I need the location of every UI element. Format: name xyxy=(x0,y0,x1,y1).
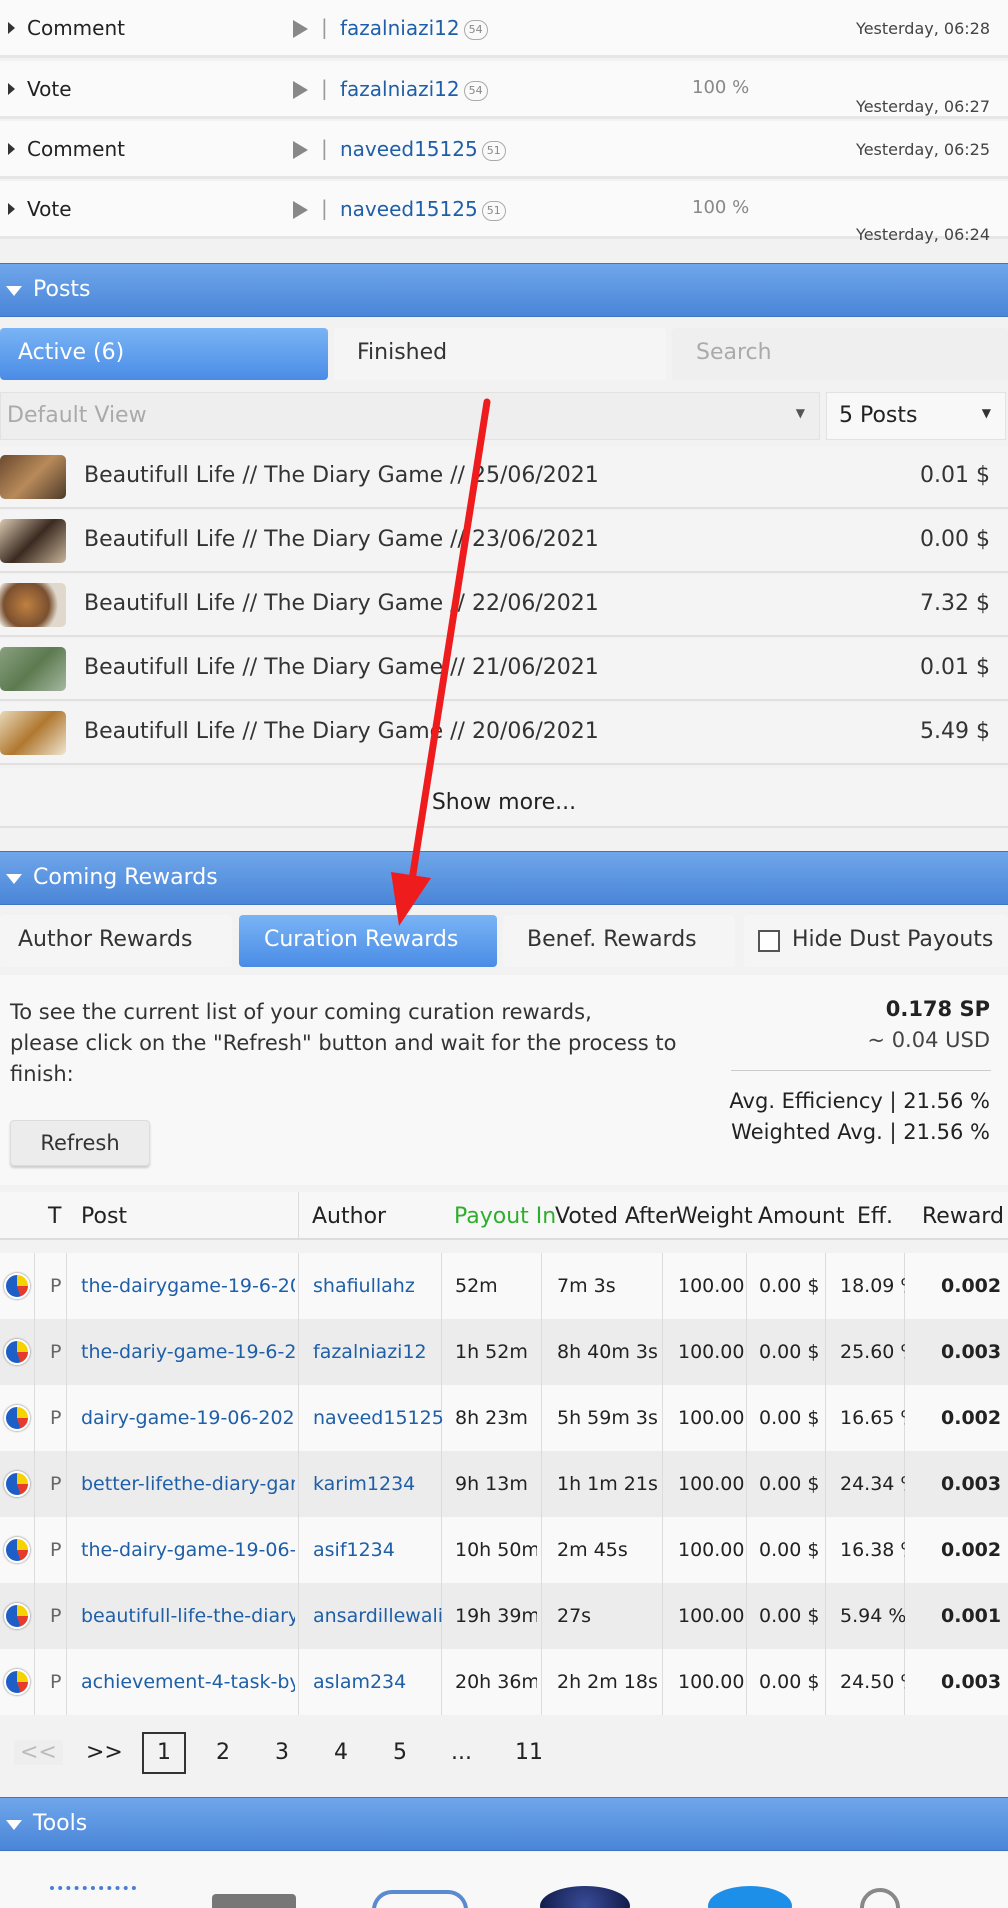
page: Comment | fazalniazi12 54 Yesterday, 06:2… xyxy=(0,0,1008,1908)
annotation-arrow xyxy=(391,398,491,926)
